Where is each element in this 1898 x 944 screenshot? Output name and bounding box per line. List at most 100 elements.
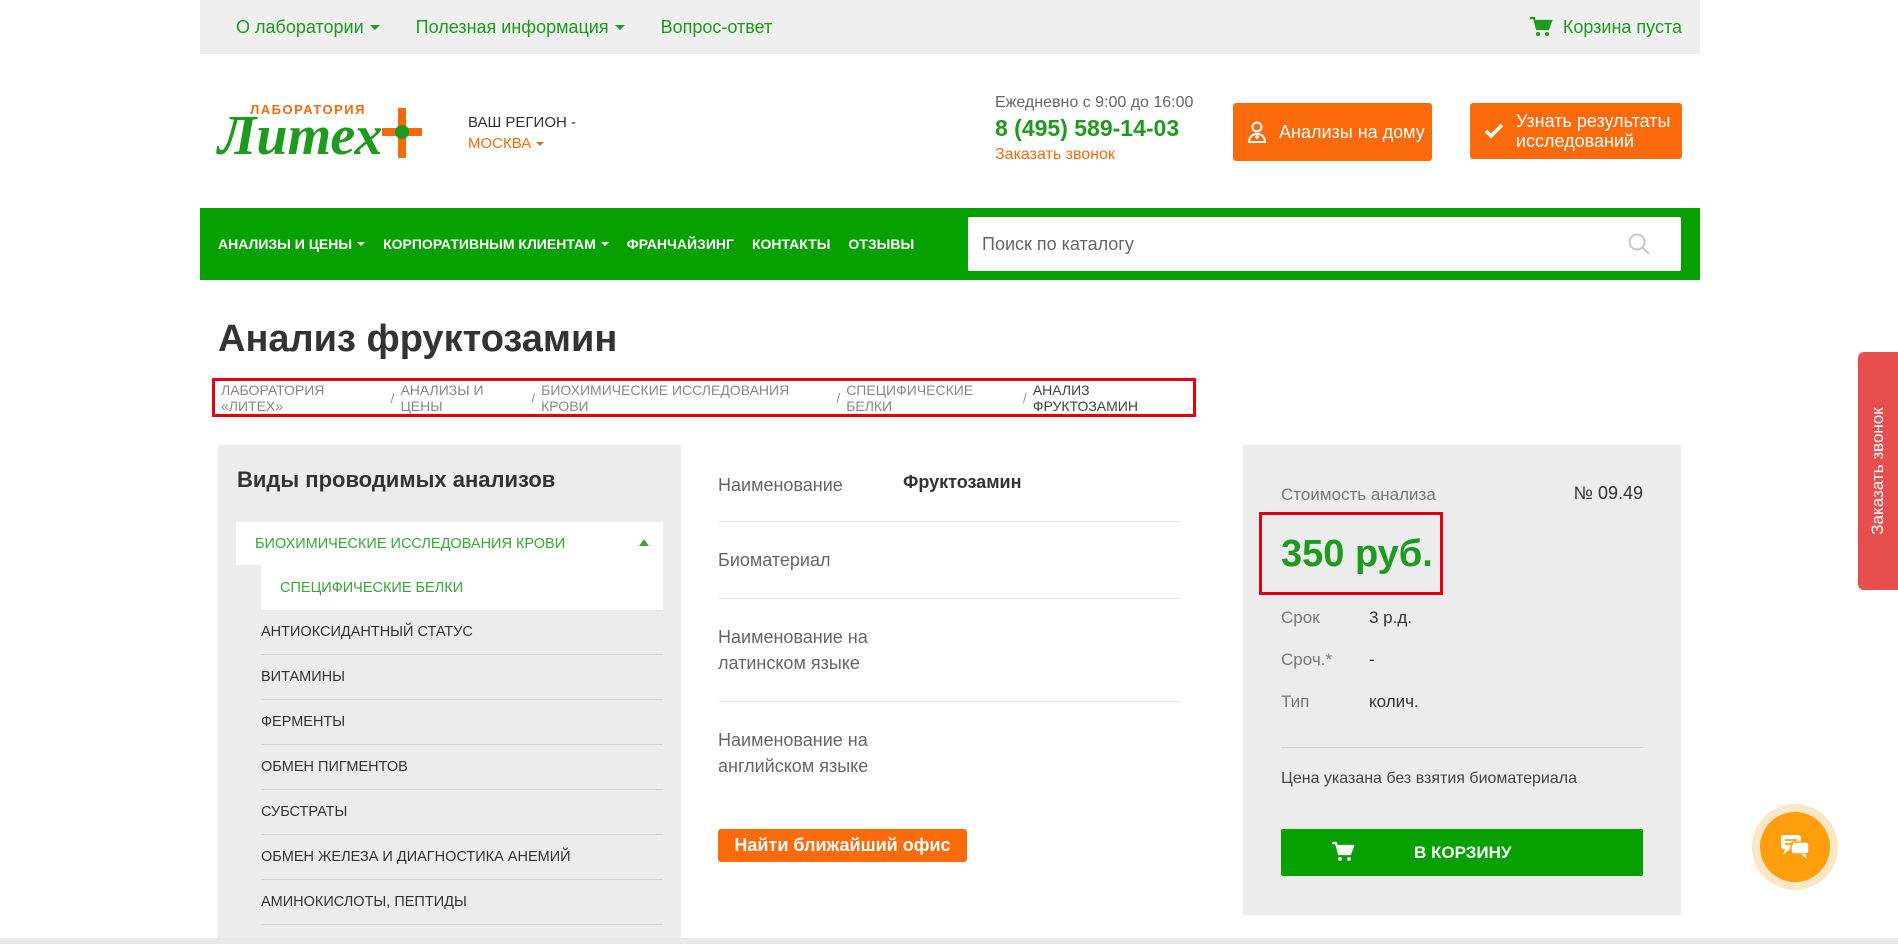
test-number: № 09.49: [1573, 483, 1643, 503]
test-details: Наименование Фруктозамин Биоматериал Наи…: [718, 445, 1180, 805]
detail-label: Наименование: [718, 475, 843, 495]
logo[interactable]: ЛАБОРАТОРИЯ Литех: [216, 98, 432, 168]
sidebar-category[interactable]: БИОХИМИЧЕСКИЕ ИССЛЕДОВАНИЯ КРОВИ: [236, 522, 663, 565]
main-nav-franchise[interactable]: ФРАНЧАЙЗИНГ: [627, 236, 734, 252]
page: О лаборатории Полезная информация Вопрос…: [200, 0, 1700, 944]
sidebar-heading: Виды проводимых анализов: [237, 467, 556, 492]
detail-label: Биоматериал: [718, 550, 831, 570]
price-label: Стоимость анализа: [1281, 485, 1436, 504]
cart-label: Корзина пуста: [1562, 16, 1682, 37]
nurse-icon: [1247, 121, 1267, 143]
callback-link[interactable]: Заказать звонок: [995, 146, 1193, 164]
main-nav-reviews[interactable]: ОТЗЫВЫ: [848, 236, 914, 252]
callback-side-label: Заказать звонок: [1868, 407, 1887, 535]
top-nav-label: Вопрос-ответ: [660, 16, 773, 37]
page-title: Анализ фруктозамин: [218, 318, 618, 360]
main-nav-tests[interactable]: АНАЛИЗЫ И ЦЕНЫ: [218, 236, 366, 252]
working-hours: Ежедневно с 9:00 до 16:00: [995, 94, 1194, 111]
sidebar-item[interactable]: ОБМЕН ЖЕЛЕЗА И ДИАГНОСТИКА АНЕМИЙ: [261, 835, 663, 880]
main-nav-corporate[interactable]: КОРПОРАТИВНЫМ КЛИЕНТАМ: [383, 236, 609, 252]
detail-row: Наименование на латинском языке: [718, 599, 1180, 702]
check-icon: [1484, 123, 1504, 139]
main-nav: АНАЛИЗЫ И ЦЕНЫ КОРПОРАТИВНЫМ КЛИЕНТАМ ФР…: [200, 208, 1700, 280]
main-nav-label: ОТЗЫВЫ: [848, 236, 915, 252]
sidebar-item[interactable]: АМИНОКИСЛОТЫ, ПЕПТИДЫ: [261, 880, 663, 925]
breadcrumb-current: АНАЛИЗ ФРУКТОЗАМИН: [1032, 381, 1138, 414]
top-bar: О лаборатории Полезная информация Вопрос…: [200, 0, 1700, 54]
search-box: [968, 217, 1681, 271]
chevron-down-icon: [369, 24, 380, 30]
chevron-down-icon: [357, 242, 366, 246]
find-office-button[interactable]: Найти ближайший офис: [718, 829, 967, 862]
price-row: Сроч.* -: [1281, 650, 1375, 670]
contacts: Ежедневно с 9:00 до 16:00 8 (495) 589-14…: [995, 94, 1193, 164]
main-nav-label: АНАЛИЗЫ И ЦЕНЫ: [218, 236, 353, 252]
sidebar-category-label: БИОХИМИЧЕСКИЕ ИССЛЕДОВАНИЯ КРОВИ: [255, 535, 566, 552]
chevron-down-icon: [600, 242, 609, 246]
chevron-up-icon: [639, 539, 649, 546]
breadcrumb-item[interactable]: ЛАБОРАТОРИЯ «ЛИТЕХ»: [221, 382, 385, 414]
price-row-key: Сроч.*: [1281, 650, 1333, 669]
price-row: Срок 3 р.д.: [1281, 608, 1412, 628]
categories-sidebar: Виды проводимых анализов БИОХИМИЧЕСКИЕ И…: [218, 445, 681, 944]
home-tests-button[interactable]: Анализы на дому: [1233, 103, 1432, 161]
sidebar-list: АНТИОКСИДАНТНЫЙ СТАТУС ВИТАМИНЫ ФЕРМЕНТЫ…: [261, 610, 663, 925]
callback-side-tab[interactable]: Заказать звонок: [1858, 352, 1898, 590]
sidebar-item-active[interactable]: СПЕЦИФИЧЕСКИЕ БЕЛКИ: [261, 565, 663, 610]
add-to-cart-button[interactable]: В КОРЗИНУ: [1281, 829, 1643, 876]
main-nav-contacts[interactable]: КОНТАКТЫ: [752, 236, 830, 252]
price-row: Тип колич.: [1281, 692, 1419, 712]
price-note: Цена указана без взятия биоматериала: [1281, 770, 1577, 787]
sidebar-item[interactable]: ОБМЕН ПИГМЕНТОВ: [261, 745, 663, 790]
bottom-scrollbar[interactable]: [0, 938, 1898, 944]
region-city: МОСКВА: [468, 135, 532, 152]
add-to-cart-label: В КОРЗИНУ: [1414, 843, 1512, 862]
results-button[interactable]: Узнать результаты исследований: [1470, 103, 1682, 159]
breadcrumb-separator: /: [531, 389, 536, 406]
results-label-line2: исследований: [1516, 131, 1635, 151]
price-panel: Стоимость анализа № 09.49 350 руб. Срок 3…: [1243, 445, 1681, 915]
chat-button[interactable]: [1760, 812, 1830, 882]
cart-link[interactable]: Корзина пуста: [1529, 0, 1682, 54]
main-menu: АНАЛИЗЫ И ЦЕНЫ КОРПОРАТИВНЫМ КЛИЕНТАМ ФР…: [218, 208, 914, 280]
search-input[interactable]: [968, 224, 1608, 264]
top-nav-about[interactable]: О лаборатории: [236, 17, 380, 38]
price-row-key: Тип: [1281, 692, 1310, 711]
chevron-down-icon: [614, 24, 625, 30]
breadcrumb: ЛАБОРАТОРИЯ «ЛИТЕХ» / АНАЛИЗЫ И ЦЕНЫ / Б…: [212, 378, 1196, 417]
price-row-value: -: [1369, 650, 1375, 669]
price-row-value: 3 р.д.: [1369, 608, 1412, 627]
breadcrumb-item[interactable]: АНАЛИЗЫ И ЦЕНЫ: [400, 382, 525, 414]
price-amount: 350 руб.: [1281, 533, 1433, 575]
breadcrumb-separator: /: [1022, 389, 1027, 406]
detail-row: Биоматериал: [718, 522, 1180, 599]
detail-row: Наименование на английском языке: [718, 702, 1180, 805]
main-nav-label: КОНТАКТЫ: [751, 236, 831, 252]
svg-text:Литех: Литех: [216, 105, 383, 167]
sidebar-item[interactable]: ФЕРМЕНТЫ: [261, 700, 663, 745]
phone-number[interactable]: 8 (495) 589-14-03: [995, 115, 1193, 142]
results-label-line1: Узнать результаты: [1516, 111, 1671, 131]
cart-icon: [1332, 841, 1355, 861]
price-row-value: колич.: [1369, 692, 1419, 711]
top-nav-faq[interactable]: Вопрос-ответ: [661, 17, 773, 38]
breadcrumb-separator: /: [836, 389, 841, 406]
detail-row: Наименование Фруктозамин: [718, 445, 1180, 522]
top-nav-info[interactable]: Полезная информация: [416, 17, 625, 38]
region-label: ВАШ РЕГИОН -: [468, 114, 577, 131]
breadcrumb-item[interactable]: СПЕЦИФИЧЕСКИЕ БЕЛКИ: [846, 382, 1017, 414]
sidebar-item[interactable]: ВИТАМИНЫ: [261, 655, 663, 700]
main-nav-label: КОРПОРАТИВНЫМ КЛИЕНТАМ: [383, 236, 596, 252]
top-nav-label: Полезная информация: [415, 16, 609, 37]
breadcrumb-item[interactable]: БИОХИМИЧЕСКИЕ ИССЛЕДОВАНИЯ КРОВИ: [541, 382, 830, 414]
chat-widget[interactable]: [1752, 804, 1838, 890]
header: ЛАБОРАТОРИЯ Литех ВАШ РЕГИОН - МОСКВА Еж…: [200, 54, 1700, 208]
home-tests-label: Анализы на дому: [1279, 121, 1425, 142]
top-nav-label: О лаборатории: [236, 16, 364, 37]
detail-value: Фруктозамин: [903, 472, 1022, 492]
price-divider: [1281, 747, 1643, 748]
sidebar-item[interactable]: СУБСТРАТЫ: [261, 790, 663, 835]
region-selector[interactable]: ВАШ РЕГИОН - МОСКВА: [468, 112, 576, 154]
search-icon[interactable]: [1627, 232, 1651, 256]
sidebar-item[interactable]: АНТИОКСИДАНТНЫЙ СТАТУС: [261, 610, 663, 655]
